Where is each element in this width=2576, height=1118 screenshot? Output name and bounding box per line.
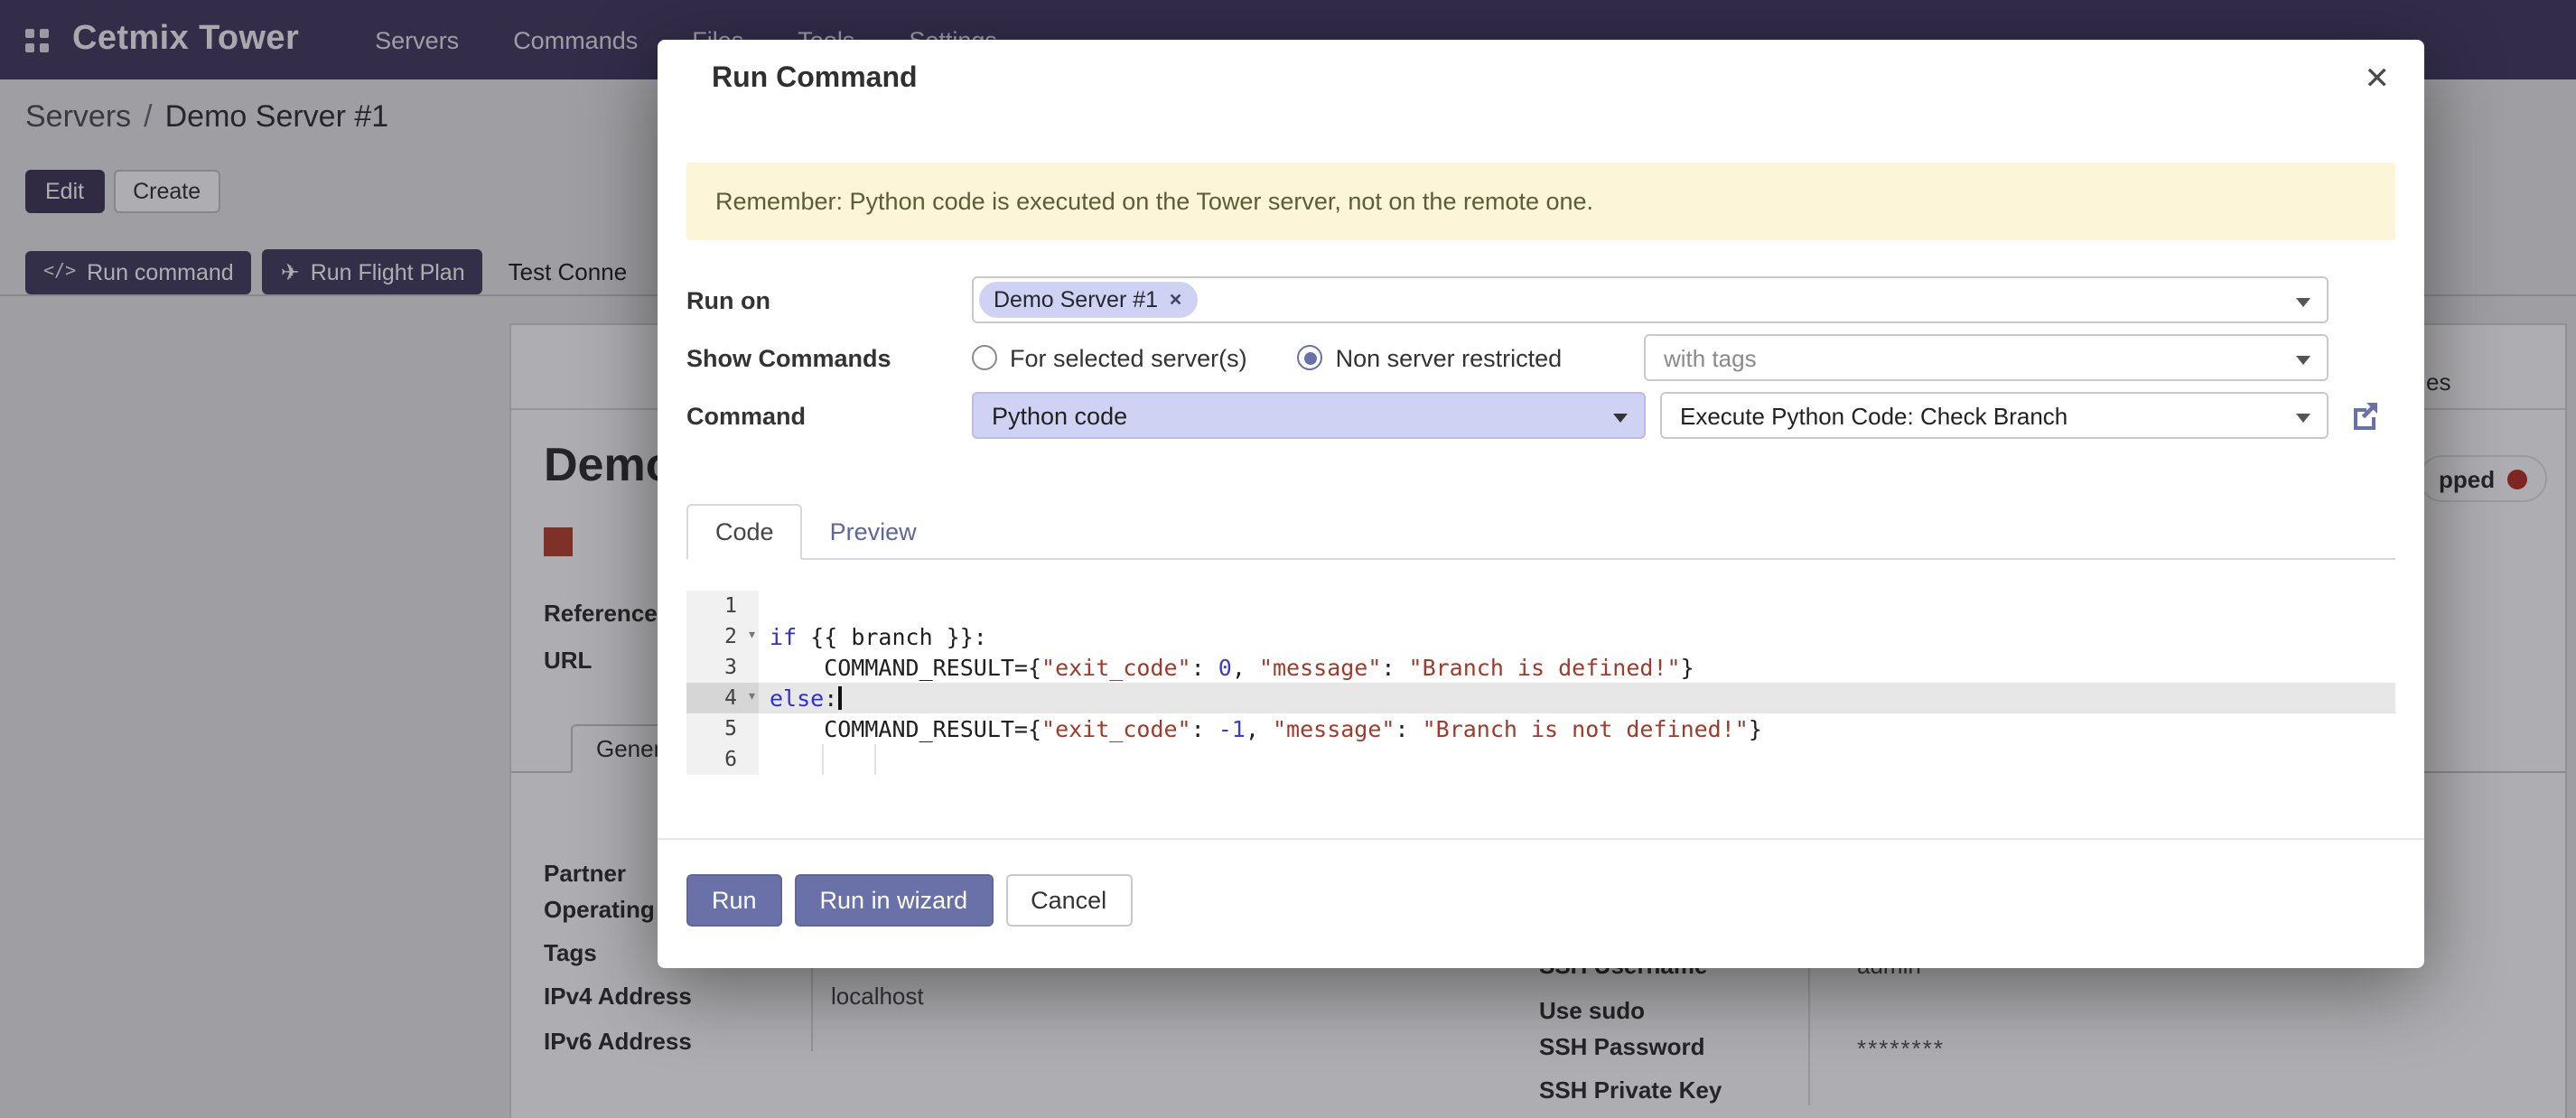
code-line-1[interactable]: 1 xyxy=(686,591,2395,621)
remove-tag-icon[interactable]: ✕ xyxy=(1169,290,1182,310)
line-number: 2▾ xyxy=(686,621,759,652)
line-number: 6 xyxy=(686,744,759,775)
fold-arrow-icon[interactable]: ▾ xyxy=(747,683,757,713)
radio-selected-servers-label: For selected server(s) xyxy=(1010,344,1247,371)
tab-preview[interactable]: Preview xyxy=(803,506,944,558)
line-number: 3 xyxy=(686,652,759,683)
code-line-4[interactable]: 4▾else: xyxy=(686,683,2395,713)
modal-title: Run Command xyxy=(712,63,918,96)
run-on-label: Run on xyxy=(686,286,972,313)
server-tag-label: Demo Server #1 xyxy=(994,287,1158,312)
python-warning-alert: Remember: Python code is executed on the… xyxy=(686,163,2395,240)
radio-checked-icon[interactable] xyxy=(1298,345,1323,370)
command-type-select[interactable]: Python code xyxy=(972,392,1646,439)
cancel-button[interactable]: Cancel xyxy=(1005,874,1132,927)
command-select-value: Execute Python Code: Check Branch xyxy=(1680,402,2067,429)
screen: Cetmix Tower ServersCommandsFilesToolsSe… xyxy=(0,0,2576,1118)
run-on-select[interactable]: Demo Server #1 ✕ xyxy=(972,276,2329,323)
server-tag-chip: Demo Server #1 ✕ xyxy=(979,282,1197,318)
code-text xyxy=(759,591,2395,621)
line-number: 1 xyxy=(686,591,759,621)
command-label: Command xyxy=(686,402,972,429)
external-link-icon[interactable] xyxy=(2350,401,2379,430)
code-text: else: xyxy=(759,683,2395,713)
radio-selected-servers[interactable]: For selected server(s) xyxy=(972,344,1247,371)
modal-footer: Run Run in wizard Cancel xyxy=(658,838,2424,968)
tab-code[interactable]: Code xyxy=(686,504,803,560)
code-line-6[interactable]: 6 xyxy=(686,744,2395,775)
chevron-down-icon[interactable] xyxy=(1613,414,1628,423)
run-in-wizard-button[interactable]: Run in wizard xyxy=(795,874,994,927)
code-text: COMMAND_RESULT={"exit_code": 0, "message… xyxy=(759,652,2395,683)
modal-header: Run Command ✕ xyxy=(658,40,2424,123)
with-tags-select[interactable]: with tags xyxy=(1644,334,2329,381)
code-line-2[interactable]: 2▾if {{ branch }}: xyxy=(686,621,2395,652)
fold-arrow-icon[interactable]: ▾ xyxy=(747,621,757,652)
code-line-3[interactable]: 3 COMMAND_RESULT={"exit_code": 0, "messa… xyxy=(686,652,2395,683)
command-type-value: Python code xyxy=(992,402,1127,429)
with-tags-placeholder: with tags xyxy=(1664,344,1757,371)
line-number: 5 xyxy=(686,713,759,744)
chevron-down-icon[interactable] xyxy=(2296,298,2310,307)
run-button[interactable]: Run xyxy=(686,874,782,927)
line-number: 4▾ xyxy=(686,683,759,713)
command-row: Command Python code Execute Python Code:… xyxy=(658,392,2424,439)
code-text: COMMAND_RESULT={"exit_code": -1, "messag… xyxy=(759,713,2395,744)
text-cursor xyxy=(837,686,841,710)
modal-form: Run on Demo Server #1 ✕ Show Commands xyxy=(658,276,2424,450)
code-text xyxy=(759,744,2395,775)
command-select[interactable]: Execute Python Code: Check Branch xyxy=(1660,392,2329,439)
show-commands-label: Show Commands xyxy=(686,344,972,371)
run-on-row: Run on Demo Server #1 ✕ xyxy=(658,276,2424,323)
modal-tabs: Code Preview xyxy=(686,504,2395,560)
radio-unchecked-icon[interactable] xyxy=(972,345,997,370)
code-line-5[interactable]: 5 COMMAND_RESULT={"exit_code": -1, "mess… xyxy=(686,713,2395,744)
code-text: if {{ branch }}: xyxy=(759,621,2395,652)
show-commands-row: Show Commands For selected server(s) Non… xyxy=(658,334,2424,381)
chevron-down-icon[interactable] xyxy=(2296,356,2310,365)
radio-non-restricted[interactable]: Non server restricted xyxy=(1298,344,1563,371)
run-command-modal: Run Command ✕ Remember: Python code is e… xyxy=(658,40,2424,968)
chevron-down-icon[interactable] xyxy=(2296,414,2310,423)
code-editor[interactable]: 12▾if {{ branch }}:3 COMMAND_RESULT={"ex… xyxy=(686,591,2395,775)
radio-non-restricted-label: Non server restricted xyxy=(1336,344,1563,371)
close-icon[interactable]: ✕ xyxy=(2359,56,2396,103)
